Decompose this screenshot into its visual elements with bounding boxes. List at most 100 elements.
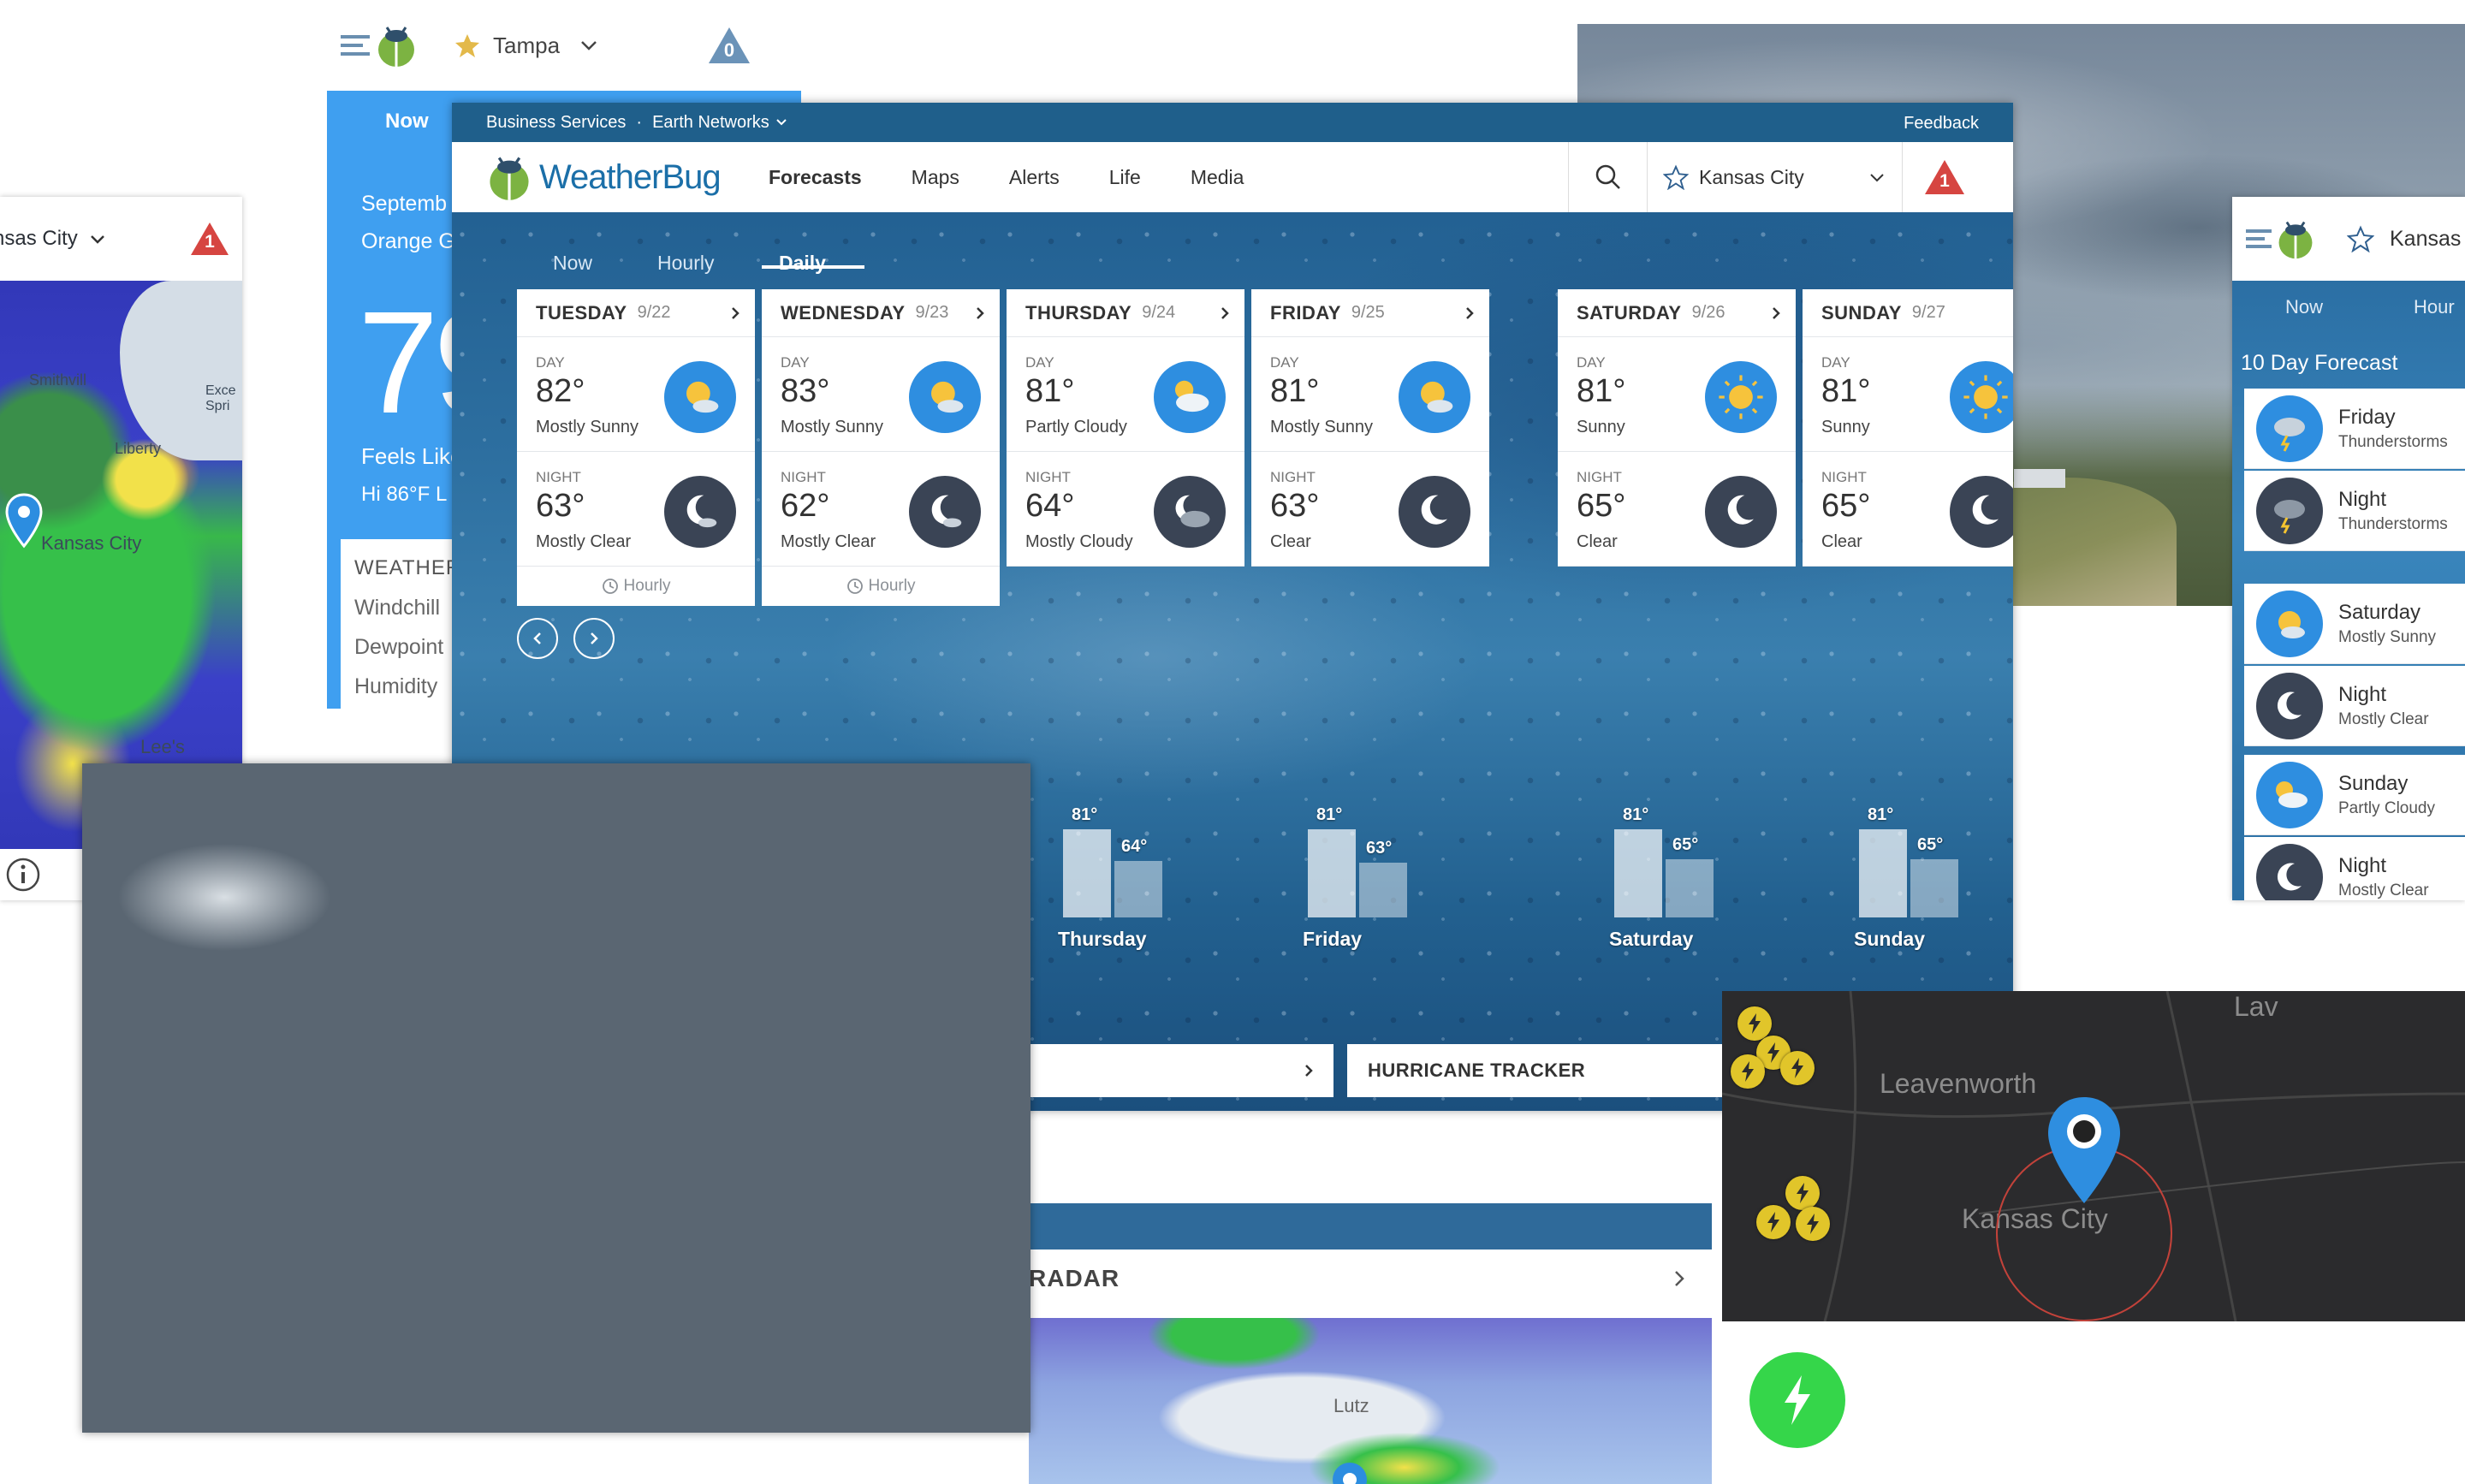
map-land	[120, 281, 242, 460]
low-temp-bar	[1114, 861, 1162, 917]
forecast-row[interactable]: Friday Thunderstorms	[2244, 389, 2465, 469]
alert-icon[interactable]: 1	[189, 221, 230, 257]
left-map-header: nsas City 1	[0, 197, 242, 281]
bar-day-label: Saturday	[1609, 928, 1694, 950]
lightning-strike-icon[interactable]	[1731, 1054, 1765, 1089]
high-temp-label: 81°	[1623, 804, 1649, 824]
map-label: Exce Spri	[205, 383, 236, 413]
location-pin-icon[interactable]	[5, 493, 43, 549]
weatherbug-logo-icon	[378, 27, 414, 67]
chevron-down-icon[interactable]	[88, 229, 107, 248]
date-line: Septemb	[361, 192, 448, 216]
lightning-map[interactable]: Leavenworth Kansas City Lav	[1722, 991, 2465, 1321]
lightning-button[interactable]	[1749, 1352, 1845, 1448]
row-title: Friday	[2338, 405, 2396, 429]
forecast-row[interactable]: Sunday Partly Cloudy	[2244, 755, 2465, 835]
ten-day-panel: Kansas Now Hour 10 Day Forecast Friday Th…	[2232, 197, 2465, 900]
chevron-down-icon[interactable]	[579, 35, 599, 56]
forecast-row[interactable]: Night Thunderstorms	[2244, 471, 2465, 551]
forecast-row[interactable]: Night Mostly Clear	[2244, 666, 2465, 746]
map-label: Kansas City	[41, 532, 142, 554]
map-label: Lutz	[1333, 1395, 1369, 1416]
tab-hourly[interactable]: Hour	[2414, 296, 2455, 318]
low-temp-label: 65°	[1917, 834, 1944, 854]
high-temp-bar	[1859, 828, 1907, 917]
location-pin-icon[interactable]	[2043, 1094, 2125, 1207]
row-sub: Mostly Clear	[2338, 881, 2429, 899]
partly-sunny-icon	[2256, 590, 2323, 657]
lightning-strike-icon[interactable]	[1737, 1006, 1772, 1041]
thunderstorm-icon	[2256, 395, 2323, 462]
forecast-row[interactable]: Night Mostly Clear	[2244, 837, 2465, 900]
weatherbug-logo-icon	[2278, 221, 2313, 259]
current-date: Septemb Orange Gr	[361, 185, 462, 260]
chevron-right-icon[interactable]	[1301, 1063, 1316, 1078]
low-temp-bar	[1910, 858, 1958, 917]
lightning-strike-icon[interactable]	[1780, 1051, 1815, 1085]
star-icon[interactable]	[2347, 225, 2374, 252]
map-label: Lee's	[140, 736, 185, 757]
chevron-right-icon[interactable]	[1669, 1268, 1690, 1289]
row-title: Night	[2338, 853, 2387, 877]
feels-like: Feels Like	[361, 443, 463, 469]
lightning-bolt-icon	[1785, 1375, 1810, 1425]
row-title: Night	[2338, 682, 2387, 706]
place-line: Orange Gr	[361, 229, 463, 253]
hurricane-tracker-label: HURRICANE TRACKER	[1368, 1060, 1586, 1081]
tab-now[interactable]: Now	[385, 110, 429, 134]
partly-cloudy-icon	[2256, 761, 2323, 828]
menu-icon[interactable]	[341, 32, 371, 59]
high-temp-label: 81°	[1868, 804, 1894, 824]
bar-day-label: Sunday	[1854, 928, 1926, 950]
row-sub: Thunderstorms	[2338, 432, 2448, 451]
star-icon[interactable]	[454, 32, 481, 59]
alert-count: 0	[723, 39, 735, 61]
hi-lo: Hi 86°F L	[361, 483, 448, 506]
low-temp-label: 65°	[1672, 834, 1699, 854]
map-label: Lav	[2234, 991, 2278, 1022]
ten-day-title: 10 Day Forecast	[2241, 351, 2398, 375]
info-icon[interactable]	[5, 857, 41, 893]
low-temp-label: 64°	[1121, 837, 1148, 856]
forecast-row[interactable]: Saturday Mostly Sunny	[2244, 584, 2465, 664]
row-sub: Mostly Sunny	[2338, 627, 2437, 646]
lightning-strike-icon[interactable]	[1796, 1207, 1830, 1241]
night-partly-clear-icon	[2256, 843, 2323, 900]
tampa-header: Tampa 0	[327, 0, 801, 91]
location-name[interactable]: nsas City	[0, 227, 78, 251]
lightning-strike-icon[interactable]	[1756, 1205, 1791, 1239]
bar-day-label: Friday	[1303, 928, 1363, 950]
alert-count: 1	[205, 232, 215, 252]
night-partly-clear-icon	[2256, 672, 2323, 739]
low-temp-bar	[1359, 863, 1407, 917]
radar-map[interactable]: Lutz	[1029, 1318, 1712, 1484]
row-sub: Thunderstorms	[2338, 514, 2448, 533]
lightning-strike-icon[interactable]	[1785, 1176, 1820, 1210]
beach-house	[2014, 469, 2065, 488]
map-label: Smithvill	[29, 371, 87, 389]
radar-title: RADAR	[1029, 1265, 1120, 1291]
row-title: Night	[2338, 487, 2387, 511]
high-temp-bar	[1308, 828, 1356, 917]
map-label: Liberty	[115, 440, 162, 457]
row-sub: Partly Cloudy	[2338, 798, 2435, 817]
tab-now[interactable]: Now	[2285, 296, 2323, 318]
location-pin-icon[interactable]	[1328, 1458, 1371, 1484]
ten-day-header: Kansas	[2232, 197, 2465, 281]
location-name[interactable]: Kansas	[2390, 227, 2461, 252]
lightning-button-area	[1724, 1321, 1869, 1484]
high-temp-label: 81°	[1316, 804, 1343, 824]
location-name[interactable]: Tampa	[493, 33, 560, 59]
menu-icon[interactable]	[2246, 226, 2273, 252]
row-sub: Mostly Clear	[2338, 709, 2429, 728]
bar-day-label: Thursday	[1058, 928, 1147, 950]
high-temp-bar	[1614, 828, 1662, 917]
row-title: Saturday	[2338, 600, 2421, 624]
night-thunderstorm-icon	[2256, 477, 2323, 544]
map-label: Leavenworth	[1880, 1068, 2037, 1099]
low-temp-label: 63°	[1366, 839, 1393, 858]
clouds-photo	[82, 763, 1031, 1433]
high-temp-label: 81°	[1072, 804, 1098, 824]
alert-icon[interactable]: 0	[707, 26, 751, 65]
low-temp-bar	[1666, 858, 1714, 917]
